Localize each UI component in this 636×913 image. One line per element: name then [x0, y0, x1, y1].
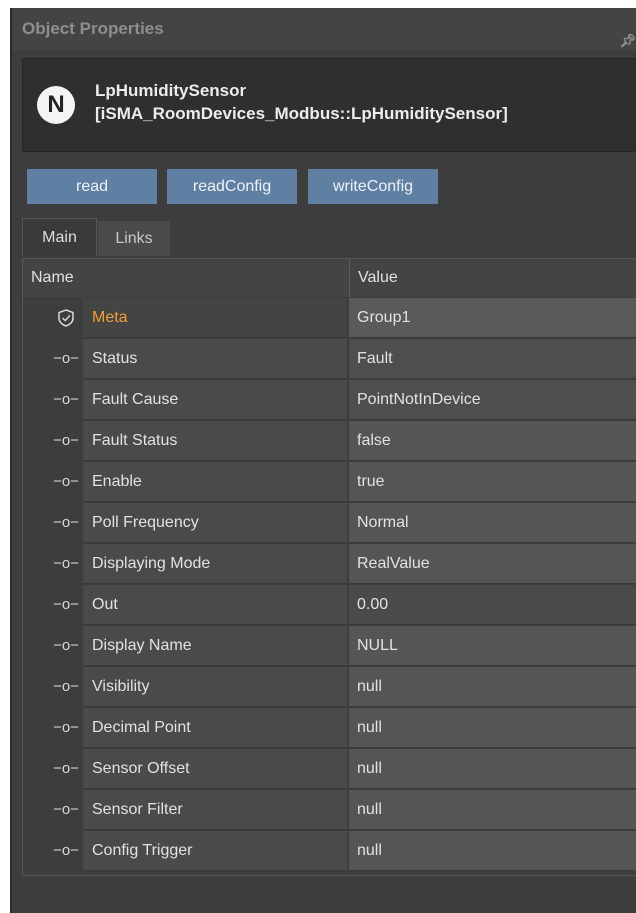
slot-icon: −o− [53, 514, 79, 531]
slot-icon: −o− [53, 391, 79, 408]
property-row-sensor-filter[interactable]: −o− Sensor Filter null [23, 790, 636, 830]
property-value[interactable]: false [349, 421, 636, 461]
property-value[interactable]: null [349, 831, 636, 871]
object-type: [iSMA_RoomDevices_Modbus::LpHumiditySens… [95, 104, 508, 123]
slot-icon: −o− [53, 719, 79, 736]
property-name: Display Name [83, 626, 347, 666]
column-divider[interactable] [349, 259, 350, 297]
grid-header: Name Value [23, 259, 636, 297]
property-name: Sensor Offset [83, 749, 347, 789]
property-row-decimal-point[interactable]: −o− Decimal Point null [23, 708, 636, 748]
property-name: Out [83, 585, 347, 625]
property-row-config-trigger[interactable]: −o− Config Trigger null [23, 831, 636, 871]
tab-main[interactable]: Main [22, 218, 97, 256]
property-row-display-name[interactable]: −o− Display Name NULL [23, 626, 636, 666]
property-row-out[interactable]: −o− Out 0.00 [23, 585, 636, 625]
shield-icon [49, 298, 83, 338]
object-icon: N [37, 86, 75, 124]
tab-links[interactable]: Links [98, 221, 170, 256]
property-name: Visibility [83, 667, 347, 707]
property-value[interactable]: true [349, 462, 636, 502]
property-row-sensor-offset[interactable]: −o− Sensor Offset null [23, 749, 636, 789]
property-value[interactable]: RealValue [349, 544, 636, 584]
object-header: N LpHumiditySensor [iSMA_RoomDevices_Mod… [22, 58, 636, 152]
slot-icon: −o− [53, 350, 79, 367]
property-value[interactable]: null [349, 790, 636, 830]
column-header-value[interactable]: Value [358, 259, 398, 297]
property-row-fault-status[interactable]: −o− Fault Status false [23, 421, 636, 461]
slot-icon: −o− [53, 596, 79, 613]
property-value[interactable]: Group1 [349, 298, 636, 338]
panel-title: Object Properties 📌︎ [12, 8, 636, 50]
property-name: Fault Cause [83, 380, 347, 420]
property-name: Decimal Point [83, 708, 347, 748]
property-value[interactable]: Normal [349, 503, 636, 543]
slot-icon: −o− [53, 555, 79, 572]
property-row-enable[interactable]: −o− Enable true [23, 462, 636, 502]
slot-icon: −o− [53, 842, 79, 859]
property-value[interactable]: null [349, 708, 636, 748]
object-properties-panel: Object Properties 📌︎ N LpHumiditySensor … [10, 8, 636, 913]
property-row-displaying-mode[interactable]: −o− Displaying Mode RealValue [23, 544, 636, 584]
read-button[interactable]: read [27, 169, 157, 204]
slot-icon: −o− [53, 473, 79, 490]
property-name: Status [83, 339, 347, 379]
slot-icon: −o− [53, 801, 79, 818]
write-config-button[interactable]: writeConfig [308, 169, 438, 204]
slot-icon: −o− [53, 637, 79, 654]
slot-icon: −o− [53, 760, 79, 777]
property-name: Meta [83, 298, 347, 338]
read-config-button[interactable]: readConfig [167, 169, 297, 204]
property-value[interactable]: NULL [349, 626, 636, 666]
column-header-name[interactable]: Name [31, 259, 74, 297]
property-value[interactable]: PointNotInDevice [349, 380, 636, 420]
slot-icon: −o− [53, 678, 79, 695]
pin-icon[interactable]: 📌︎ [619, 20, 636, 62]
property-value[interactable]: null [349, 749, 636, 789]
property-name: Sensor Filter [83, 790, 347, 830]
panel-title-label: Object Properties [22, 19, 164, 38]
property-row-meta[interactable]: Meta Group1 [23, 298, 636, 338]
properties-grid: Name Value Meta Group1 −o− Status Fault … [22, 258, 636, 876]
property-value[interactable]: Fault [349, 339, 636, 379]
property-name: Config Trigger [83, 831, 347, 871]
property-value[interactable]: 0.00 [349, 585, 636, 625]
property-name: Poll Frequency [83, 503, 347, 543]
slot-icon: −o− [53, 432, 79, 449]
property-name: Displaying Mode [83, 544, 347, 584]
property-name: Fault Status [83, 421, 347, 461]
property-row-visibility[interactable]: −o− Visibility null [23, 667, 636, 707]
property-row-poll-frequency[interactable]: −o− Poll Frequency Normal [23, 503, 636, 543]
property-name: Enable [83, 462, 347, 502]
property-row-fault-cause[interactable]: −o− Fault Cause PointNotInDevice [23, 380, 636, 420]
object-name: LpHumiditySensor [95, 81, 247, 100]
property-value[interactable]: null [349, 667, 636, 707]
property-row-status[interactable]: −o− Status Fault [23, 339, 636, 379]
